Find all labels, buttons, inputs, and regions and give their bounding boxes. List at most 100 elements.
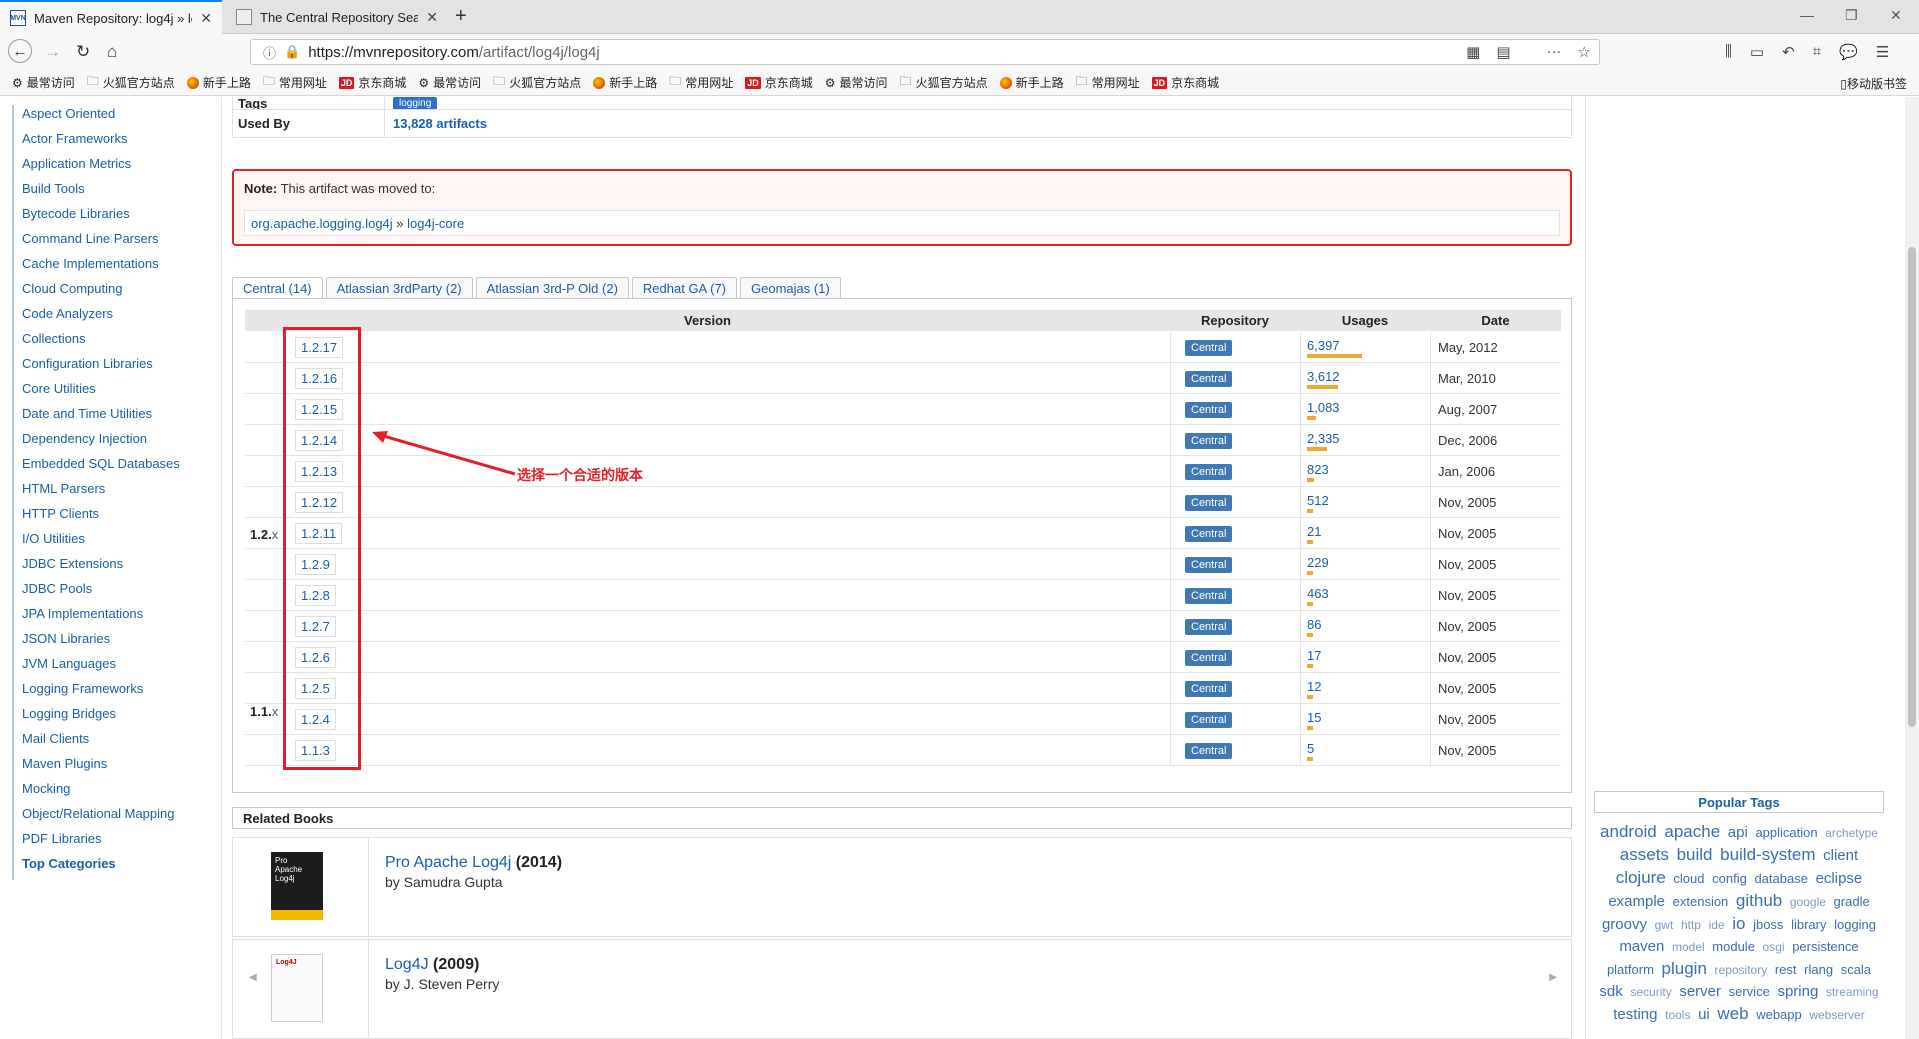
browser-tab-central[interactable]: The Central Repository Sear ✕ [226,0,448,34]
usages-link[interactable]: 463 [1307,586,1329,601]
tag-link[interactable]: streaming [1826,985,1879,999]
tag-link[interactable]: database [1754,871,1808,886]
tag-link[interactable]: gwt [1655,918,1674,932]
tag-link[interactable]: assets [1620,845,1669,864]
repo-tab[interactable]: Atlassian 3rd-P Old (2) [475,277,629,299]
tag-link[interactable]: github [1736,891,1782,910]
tag-link[interactable]: rest [1775,962,1797,977]
tag-link[interactable]: osgi [1763,940,1785,954]
repository-badge[interactable]: Central [1185,339,1233,356]
bookmark-item[interactable]: 新手上路 [593,74,657,91]
tag-link[interactable]: plugin [1662,959,1707,978]
sidebar-toggle-icon[interactable]: ▭ [1750,43,1764,61]
restore-icon[interactable]: ❐ [1845,7,1858,24]
usages-link[interactable]: 229 [1307,555,1329,570]
sidebar-link[interactable]: Cloud Computing [22,281,122,296]
repo-tab[interactable]: Geomajas (1) [740,277,841,299]
sidebar-link[interactable]: JPA Implementations [22,606,143,621]
sidebar-link[interactable]: Command Line Parsers [22,231,159,246]
close-tab-icon[interactable]: ✕ [200,10,212,27]
new-tab-icon[interactable]: + [455,5,467,28]
repository-badge[interactable]: Central [1185,587,1233,604]
tag-link[interactable]: ui [1698,1006,1710,1023]
close-window-icon[interactable]: ✕ [1890,7,1902,24]
repository-badge[interactable]: Central [1185,618,1233,635]
sidebar-link[interactable]: Dependency Injection [22,431,147,446]
chat-icon[interactable]: 💬 [1839,43,1858,61]
repository-badge[interactable]: Central [1185,556,1233,573]
menu-icon[interactable]: ☰ [1876,43,1889,61]
forward-icon[interactable]: → [44,42,61,62]
sidebar-link[interactable]: Mail Clients [22,731,89,746]
sidebar-link[interactable]: Date and Time Utilities [22,406,152,421]
repo-tab[interactable]: Redhat GA (7) [631,277,738,299]
tag-link[interactable]: model [1672,940,1705,954]
sidebar-link[interactable]: JDBC Extensions [22,556,123,571]
sidebar-link[interactable]: Cache Implementations [22,256,159,271]
tag-link[interactable]: clojure [1616,868,1666,887]
tag-pill[interactable]: logging [393,97,438,109]
tag-link[interactable]: logging [1834,917,1876,932]
bookmark-item[interactable]: JD 京东商城 [1151,74,1219,91]
sidebar-link[interactable]: Maven Plugins [22,756,107,771]
repository-badge[interactable]: Central [1185,525,1233,542]
home-icon[interactable]: ⌂ [107,42,117,62]
sidebar-link[interactable]: PDF Libraries [22,831,101,846]
usages-link[interactable]: 2,335 [1307,431,1340,446]
sidebar-link[interactable]: Actor Frameworks [22,131,127,146]
tag-link[interactable]: apache [1664,822,1720,841]
scrollbar-thumb[interactable] [1908,247,1916,727]
tag-link[interactable]: sdk [1599,983,1622,1000]
book-cover[interactable]: Log4J [271,954,323,1022]
sidebar-link[interactable]: Logging Bridges [22,706,116,721]
bookmark-item[interactable]: 新手上路 [186,74,251,91]
reader-view-icon[interactable]: ▤ [1496,43,1510,61]
book-title-link[interactable]: Log4J [385,956,429,973]
bookmark-item[interactable]: JD 京东商城 [745,74,813,91]
sidebar-link[interactable]: JVM Languages [22,656,116,671]
tag-link[interactable]: module [1712,939,1755,954]
tag-link[interactable]: android [1600,822,1657,841]
tag-link[interactable]: repository [1715,963,1768,977]
tag-link[interactable]: scala [1841,962,1871,977]
bookmark-item[interactable]: 新手上路 [999,74,1064,91]
used-by-link[interactable]: 13,828 artifacts [393,116,487,131]
tag-link[interactable]: platform [1607,962,1654,977]
usages-link[interactable]: 512 [1307,493,1329,508]
back-icon[interactable]: ← [8,39,32,63]
repository-badge[interactable]: Central [1185,494,1233,511]
new-artifact-link[interactable]: log4j-core [407,216,464,231]
tag-link[interactable]: jboss [1753,917,1783,932]
bookmark-item[interactable]: 🗀 常用网址 [669,72,733,93]
bookmark-item[interactable]: ⚙ 最常访问 [825,74,888,91]
tag-link[interactable]: security [1630,985,1671,999]
screenshot-icon[interactable]: ⌗ [1813,43,1821,61]
usages-link[interactable]: 6,397 [1307,338,1362,353]
sidebar-link[interactable]: Mocking [22,781,70,796]
sidebar-link[interactable]: HTTP Clients [22,506,99,521]
tag-link[interactable]: webserver [1809,1008,1864,1022]
tag-link[interactable]: library [1791,917,1826,932]
sidebar-link[interactable]: Object/Relational Mapping [22,806,174,821]
usages-link[interactable]: 3,612 [1307,369,1340,384]
close-tab-icon[interactable]: ✕ [426,9,438,26]
qr-code-icon[interactable]: ▦ [1466,43,1480,61]
tag-link[interactable]: http [1681,918,1701,932]
bookmark-item[interactable]: ⚙ 最常访问 [12,74,75,91]
usages-link[interactable]: 1,083 [1307,400,1340,415]
sidebar-link[interactable]: Application Metrics [22,156,131,171]
usages-link[interactable]: 21 [1307,524,1321,539]
bookmark-item[interactable]: ⚙ 最常访问 [418,74,481,91]
tag-link[interactable]: build [1677,845,1713,864]
sidebar-link[interactable]: Core Utilities [22,381,96,396]
tag-link[interactable]: web [1717,1004,1748,1023]
tag-link[interactable]: spring [1777,983,1818,1000]
repository-badge[interactable]: Central [1185,463,1233,480]
repository-badge[interactable]: Central [1185,432,1233,449]
usages-link[interactable]: 823 [1307,462,1329,477]
sidebar-link[interactable]: JDBC Pools [22,581,92,596]
tag-link[interactable]: cloud [1673,871,1704,886]
tag-link[interactable]: config [1712,871,1747,886]
sidebar-link[interactable]: Build Tools [22,181,85,196]
top-categories-link[interactable]: Top Categories [22,856,116,871]
